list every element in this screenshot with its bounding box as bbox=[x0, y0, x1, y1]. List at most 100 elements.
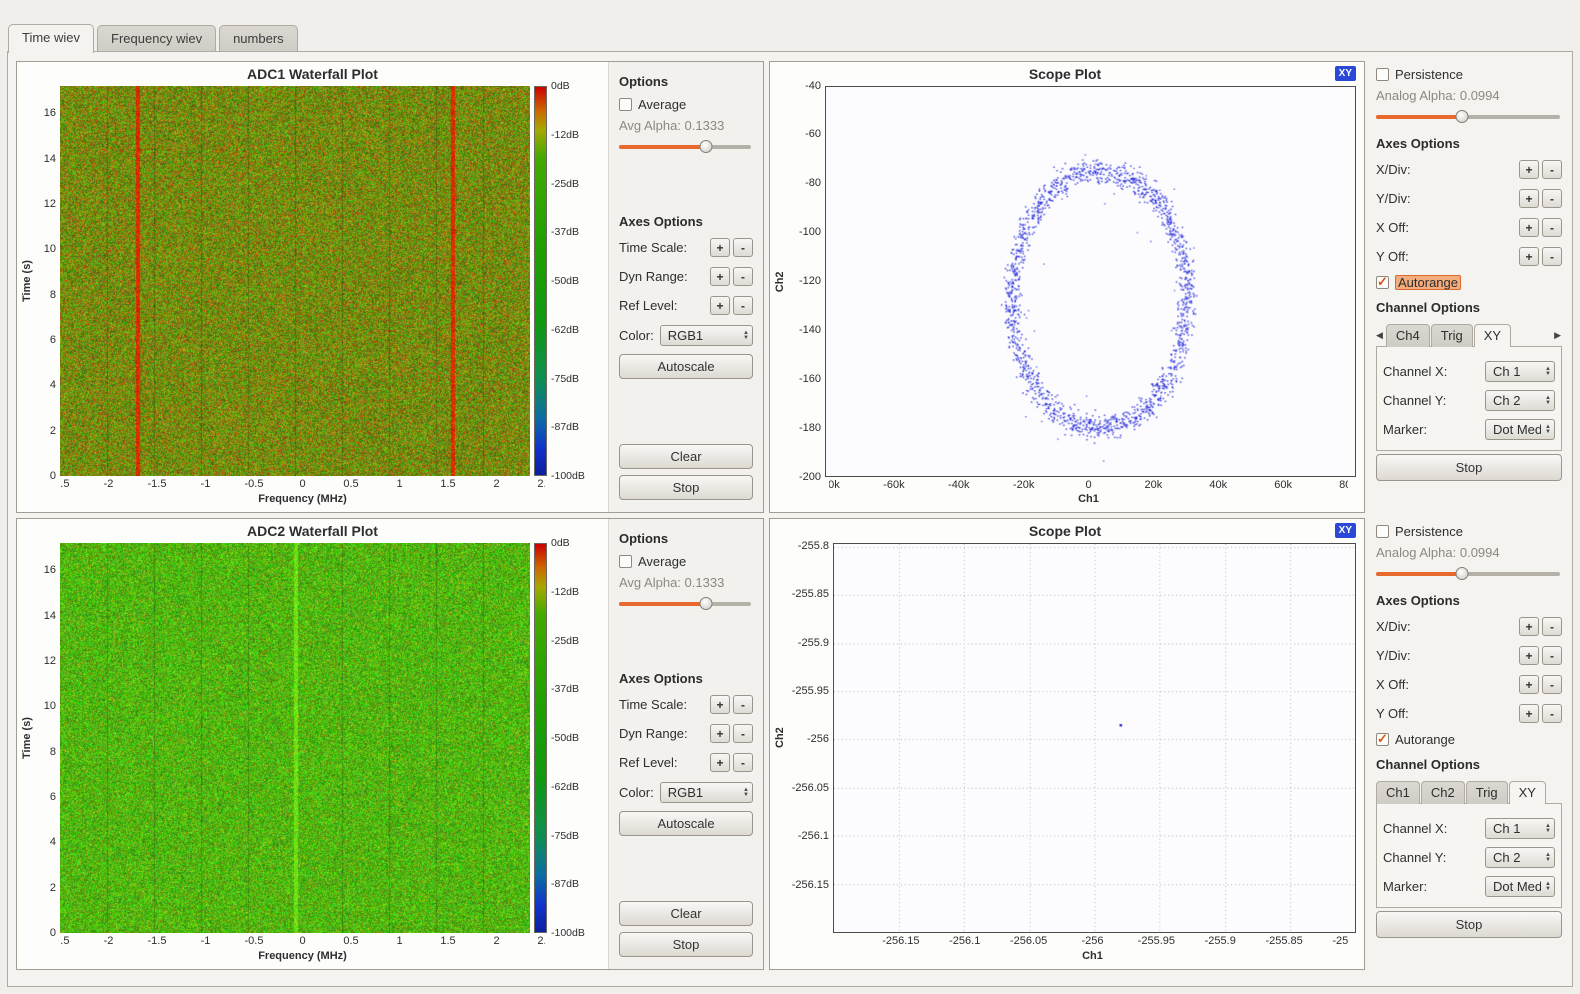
slider-handle[interactable] bbox=[1456, 567, 1469, 580]
slider-handle[interactable] bbox=[1456, 110, 1469, 123]
time-scale-minus-button[interactable]: - bbox=[733, 238, 753, 257]
autoscale-button[interactable]: Autoscale bbox=[619, 354, 753, 379]
color-row: Color: RGB1 ▲ ▼ bbox=[619, 782, 753, 803]
x-div-minus-button[interactable]: - bbox=[1542, 617, 1562, 636]
tick-label: 1.5 bbox=[440, 478, 455, 490]
color-combobox[interactable]: RGB1 ▲ ▼ bbox=[660, 782, 753, 803]
channel-tab-ch4[interactable]: Ch4 bbox=[1386, 324, 1430, 347]
x-div-plus-button[interactable]: + bbox=[1519, 160, 1539, 179]
persistence-checkbox[interactable]: Persistence bbox=[1376, 524, 1562, 539]
x-off-plus-button[interactable]: + bbox=[1519, 218, 1539, 237]
channel-tab-xy[interactable]: XY bbox=[1509, 781, 1546, 804]
y-off-minus-button[interactable]: - bbox=[1542, 704, 1562, 723]
marker-combobox[interactable]: Dot Med ▲ ▼ bbox=[1485, 419, 1555, 440]
x-off-plus-button[interactable]: + bbox=[1519, 675, 1539, 694]
average-checkbox[interactable]: Average bbox=[619, 554, 753, 569]
autorange-checkbox[interactable]: Autorange bbox=[1376, 732, 1562, 747]
combo-down-icon: ▼ bbox=[1545, 372, 1551, 377]
average-checkbox-box[interactable] bbox=[619, 555, 632, 568]
autoscale-button[interactable]: Autoscale bbox=[619, 811, 753, 836]
channel-tab-trig[interactable]: Trig bbox=[1431, 324, 1473, 347]
channel-y-combobox[interactable]: Ch 2 ▲ ▼ bbox=[1485, 390, 1555, 411]
ref-level-plus-button[interactable]: + bbox=[710, 296, 730, 315]
ref-level-minus-button[interactable]: - bbox=[733, 296, 753, 315]
x-div-label: X/Div: bbox=[1376, 162, 1516, 177]
x-off-minus-button[interactable]: - bbox=[1542, 675, 1562, 694]
persistence-checkbox-box[interactable] bbox=[1376, 68, 1389, 81]
scroll-right-button[interactable]: ▶ bbox=[1554, 330, 1562, 346]
y-off-plus-button[interactable]: + bbox=[1519, 247, 1539, 266]
persistence-checkbox-box[interactable] bbox=[1376, 525, 1389, 538]
channel-tab-trig[interactable]: Trig bbox=[1466, 781, 1508, 804]
clear-button[interactable]: Clear bbox=[619, 444, 753, 469]
stop-button[interactable]: Stop bbox=[619, 475, 753, 500]
channel-x-row: Channel X: Ch 1 ▲ ▼ bbox=[1383, 818, 1555, 839]
time-scale-minus-button[interactable]: - bbox=[733, 695, 753, 714]
analog-alpha-label: Analog Alpha: 0.0994 bbox=[1376, 88, 1562, 103]
channel-y-row: Channel Y: Ch 2 ▲ ▼ bbox=[1383, 390, 1555, 411]
dyn-range-minus-button[interactable]: - bbox=[733, 724, 753, 743]
slider-handle[interactable] bbox=[700, 140, 713, 153]
stop-button[interactable]: Stop bbox=[1376, 454, 1562, 481]
channel-tab-ch1[interactable]: Ch1 bbox=[1376, 781, 1420, 804]
combo-arrows-icon: ▲ ▼ bbox=[1545, 367, 1551, 377]
clear-button[interactable]: Clear bbox=[619, 901, 753, 926]
autorange-checkbox-box[interactable] bbox=[1376, 733, 1389, 746]
time-scale-plus-button[interactable]: + bbox=[710, 238, 730, 257]
stop-button[interactable]: Stop bbox=[619, 932, 753, 957]
scroll-left-button[interactable]: ◀ bbox=[1376, 330, 1386, 346]
adc2-waterfall-canvas[interactable] bbox=[60, 543, 530, 933]
channel-x-combobox[interactable]: Ch 1 ▲ ▼ bbox=[1485, 818, 1555, 839]
tick-label: 14 bbox=[44, 610, 56, 622]
x-div-minus-button[interactable]: - bbox=[1542, 160, 1562, 179]
y-off-plus-button[interactable]: + bbox=[1519, 704, 1539, 723]
autorange-checkbox[interactable]: Autorange bbox=[1376, 275, 1562, 290]
tab-numbers[interactable]: numbers bbox=[219, 25, 298, 52]
y-div-plus-button[interactable]: + bbox=[1519, 646, 1539, 665]
channel-y-label: Channel Y: bbox=[1383, 393, 1485, 408]
tab-frequency-view[interactable]: Frequency wiev bbox=[97, 25, 216, 52]
analog-alpha-slider[interactable] bbox=[1376, 566, 1560, 581]
y-div-minus-button[interactable]: - bbox=[1542, 189, 1562, 208]
adc2-colorbar-labels: 0dB-12dB-25dB-37dB-50dB-62dB-75dB-87dB-1… bbox=[547, 543, 593, 933]
slider-handle[interactable] bbox=[700, 597, 713, 610]
channel-x-combobox[interactable]: Ch 1 ▲ ▼ bbox=[1485, 361, 1555, 382]
dyn-range-minus-button[interactable]: - bbox=[733, 267, 753, 286]
tick-label: 16 bbox=[44, 107, 56, 119]
scope2-canvas[interactable] bbox=[834, 544, 1355, 932]
color-combobox[interactable]: RGB1 ▲ ▼ bbox=[660, 325, 753, 346]
y-off-minus-button[interactable]: - bbox=[1542, 247, 1562, 266]
persistence-checkbox[interactable]: Persistence bbox=[1376, 67, 1562, 82]
analog-alpha-slider[interactable] bbox=[1376, 109, 1560, 124]
marker-combobox[interactable]: Dot Med ▲ ▼ bbox=[1485, 876, 1555, 897]
adc2-waterfall-controls: Options Average Avg Alpha: 0.1333 Axes O… bbox=[608, 519, 763, 969]
tick-label: -255.8 bbox=[1332, 935, 1348, 947]
average-checkbox[interactable]: Average bbox=[619, 97, 753, 112]
time-scale-plus-button[interactable]: + bbox=[710, 695, 730, 714]
scope1-canvas[interactable] bbox=[826, 87, 1355, 476]
autorange-checkbox-box[interactable] bbox=[1376, 276, 1389, 289]
y-div-plus-button[interactable]: + bbox=[1519, 189, 1539, 208]
dyn-range-plus-button[interactable]: + bbox=[710, 724, 730, 743]
combo-down-icon: ▼ bbox=[1545, 829, 1551, 834]
ref-level-minus-button[interactable]: - bbox=[733, 753, 753, 772]
y-div-label: Y/Div: bbox=[1376, 191, 1516, 206]
x-off-minus-button[interactable]: - bbox=[1542, 218, 1562, 237]
channel-y-combobox[interactable]: Ch 2 ▲ ▼ bbox=[1485, 847, 1555, 868]
tab-time-view[interactable]: Time wiev bbox=[8, 24, 94, 53]
channel-tab-ch2[interactable]: Ch2 bbox=[1421, 781, 1465, 804]
scope2-x-axis-label: Ch1 bbox=[837, 950, 1348, 965]
x-div-plus-button[interactable]: + bbox=[1519, 617, 1539, 636]
autorange-label: Autorange bbox=[1395, 732, 1455, 747]
main-grid: ADC1 Waterfall Plot Time (s) 02468101214… bbox=[16, 61, 1564, 970]
dyn-range-plus-button[interactable]: + bbox=[710, 267, 730, 286]
adc1-waterfall-canvas[interactable] bbox=[60, 86, 530, 476]
adc1-waterfall-main: Time (s) 0246810121416 0dB-12dB-25dB-37d… bbox=[17, 86, 608, 476]
average-checkbox-box[interactable] bbox=[619, 98, 632, 111]
y-div-minus-button[interactable]: - bbox=[1542, 646, 1562, 665]
stop-button[interactable]: Stop bbox=[1376, 911, 1562, 938]
avg-alpha-slider[interactable] bbox=[619, 596, 751, 611]
channel-tab-xy[interactable]: XY bbox=[1474, 324, 1511, 347]
avg-alpha-slider[interactable] bbox=[619, 139, 751, 154]
ref-level-plus-button[interactable]: + bbox=[710, 753, 730, 772]
